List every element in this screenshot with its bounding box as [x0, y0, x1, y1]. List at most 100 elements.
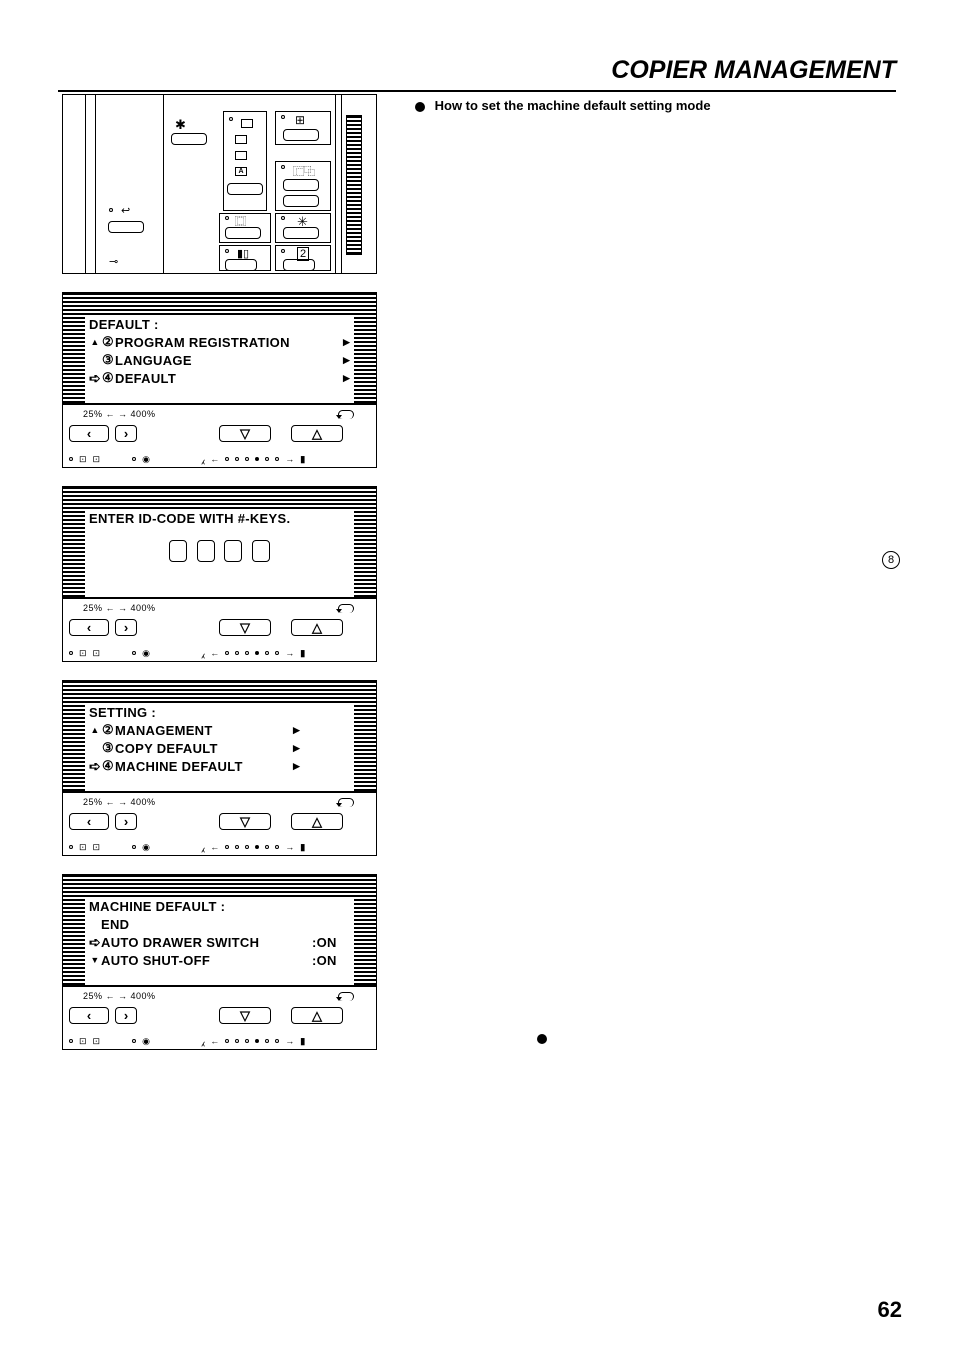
item-label: END: [101, 917, 350, 932]
menu-item[interactable]: END: [89, 915, 350, 933]
digit-box: [224, 540, 242, 562]
item-label: PROGRAM REGISTRATION: [115, 335, 338, 350]
chevron-right-icon: ›: [124, 1009, 128, 1022]
panel-button[interactable]: [283, 227, 319, 239]
scroll-up-icon: ▲: [89, 337, 101, 347]
lcd-screen: DEFAULT : ▲ ② PROGRAM REGISTRATION ▸ ③ L…: [62, 292, 377, 404]
zoom-out-button[interactable]: ‹: [69, 1007, 109, 1024]
chevron-up-icon: △: [312, 1009, 322, 1022]
submenu-icon: ▸: [288, 722, 300, 738]
copier-control-panel: ↩ ⊸ ✱ A ⿴ ▮▯ ⊞ ⿸⿻ ✳: [62, 94, 377, 274]
item-num: ④: [101, 758, 115, 774]
lcd-title: MACHINE DEFAULT :: [89, 899, 350, 914]
item-num: ④: [101, 370, 115, 386]
panel-button[interactable]: [225, 227, 261, 239]
screen-icon: [235, 151, 247, 160]
sort-icon: ⿸⿻: [293, 163, 315, 179]
zoom-in-button[interactable]: ›: [115, 425, 137, 442]
digit-box: [169, 540, 187, 562]
nav-panel: 25% ← → 400% ‹ › ▽ △ ⊡⊡ ◉ ⁁← → ▮: [62, 598, 377, 662]
menu-item[interactable]: ▼ AUTO SHUT-OFF :ON: [89, 951, 350, 969]
lcd-group-setting: SETTING : ▲ ② MANAGEMENT ▸ ③ COPY DEFAUL…: [62, 680, 377, 856]
panel-button[interactable]: [283, 195, 319, 207]
panel-button[interactable]: [225, 259, 257, 271]
chevron-down-icon: ▽: [240, 1009, 250, 1022]
selector-arrow-icon: ➪: [89, 934, 101, 951]
down-button[interactable]: ▽: [219, 1007, 271, 1024]
item-value: :ON: [312, 935, 350, 950]
chevron-right-icon: ›: [124, 427, 128, 440]
led-icon: [281, 115, 285, 119]
up-button[interactable]: △: [291, 813, 343, 830]
menu-item[interactable]: ▲ ② PROGRAM REGISTRATION ▸: [89, 333, 350, 351]
submenu-icon: ▸: [288, 740, 300, 756]
zoom-in-button[interactable]: ›: [115, 1007, 137, 1024]
indicator-row: ⊡⊡ ◉ ⁁← → ▮: [69, 646, 370, 660]
menu-item-selected[interactable]: ➪ AUTO DRAWER SWITCH :ON: [89, 933, 350, 951]
nav-panel: 25% ← → 400% ‹ › ▽ △ ⊡⊡ ◉ ⁁← → ▮: [62, 792, 377, 856]
selector-arrow-icon: ➪: [89, 758, 101, 775]
item-label: AUTO DRAWER SWITCH: [101, 935, 312, 950]
chevron-up-icon: △: [312, 621, 322, 634]
zoom-out-button[interactable]: ‹: [69, 813, 109, 830]
panel-button[interactable]: [227, 183, 263, 195]
zoom-in-button[interactable]: ›: [115, 813, 137, 830]
submenu-icon: ▸: [288, 758, 300, 774]
panel-button[interactable]: [283, 129, 319, 141]
screen-icon: [241, 119, 253, 128]
indicator-row: ⊡⊡ ◉ ⁁← → ▮: [69, 1034, 370, 1048]
up-button[interactable]: △: [291, 1007, 343, 1024]
submenu-icon: ▸: [338, 352, 350, 368]
id-code-entry[interactable]: [89, 540, 350, 565]
led-icon: [225, 216, 229, 220]
item-label: MANAGEMENT: [115, 723, 288, 738]
bullet-icon: [537, 1034, 547, 1044]
item-num: ③: [101, 740, 115, 756]
chevron-up-icon: △: [312, 427, 322, 440]
screen-icon: A: [235, 167, 247, 176]
down-button[interactable]: ▽: [219, 619, 271, 636]
menu-item[interactable]: ③ LANGUAGE ▸: [89, 351, 350, 369]
panel-button[interactable]: [283, 179, 319, 191]
panel-button[interactable]: [171, 133, 207, 145]
lcd-screen: MACHINE DEFAULT : END ➪ AUTO DRAWER SWIT…: [62, 874, 377, 986]
item-label: COPY DEFAULT: [115, 741, 288, 756]
led-icon: [281, 216, 285, 220]
up-button[interactable]: △: [291, 619, 343, 636]
selector-arrow-icon: ➪: [89, 370, 101, 387]
down-button[interactable]: ▽: [219, 425, 271, 442]
panel-button[interactable]: [108, 221, 144, 233]
up-button[interactable]: △: [291, 425, 343, 442]
section-heading-text: How to set the machine default setting m…: [435, 98, 711, 113]
zoom-out-button[interactable]: ‹: [69, 425, 109, 442]
panel-button[interactable]: [283, 259, 315, 271]
digit-box: [197, 540, 215, 562]
step-marker: 8: [882, 551, 900, 569]
chevron-left-icon: ‹: [87, 621, 91, 634]
led-icon: [281, 249, 285, 253]
menu-item[interactable]: ▲ ② MANAGEMENT ▸: [89, 721, 350, 739]
chevron-down-icon: ▽: [240, 815, 250, 828]
item-num: ③: [101, 352, 115, 368]
left-column: ↩ ⊸ ✱ A ⿴ ▮▯ ⊞ ⿸⿻ ✳: [62, 94, 377, 1068]
zoom-out-button[interactable]: ‹: [69, 619, 109, 636]
loop-icon: [336, 797, 354, 809]
menu-item[interactable]: ③ COPY DEFAULT ▸: [89, 739, 350, 757]
page-title: COPIER MANAGEMENT: [58, 56, 896, 92]
chevron-right-icon: ›: [124, 621, 128, 634]
zoom-label: 25% ← → 400%: [83, 797, 156, 807]
zoom-label: 25% ← → 400%: [83, 603, 156, 613]
zoom-label: 25% ← → 400%: [83, 409, 156, 419]
arrow-icon: ⊸: [109, 255, 118, 268]
grid-icon: ⊞: [295, 113, 305, 127]
zoom-label: 25% ← → 400%: [83, 991, 156, 1001]
scroll-up-icon: ▲: [89, 725, 101, 735]
lcd-group-default: DEFAULT : ▲ ② PROGRAM REGISTRATION ▸ ③ L…: [62, 292, 377, 468]
nav-panel: 25% ← → 400% ‹ › ▽ △ ⊡⊡ ◉ ⁁← → ▮: [62, 986, 377, 1050]
menu-item-selected[interactable]: ➪ ④ MACHINE DEFAULT ▸: [89, 757, 350, 775]
zoom-in-button[interactable]: ›: [115, 619, 137, 636]
down-button[interactable]: ▽: [219, 813, 271, 830]
menu-item-selected[interactable]: ➪ ④ DEFAULT ▸: [89, 369, 350, 387]
item-num: ②: [101, 334, 115, 350]
indicator-row: ⊡⊡ ◉ ⁁← → ▮: [69, 452, 370, 466]
